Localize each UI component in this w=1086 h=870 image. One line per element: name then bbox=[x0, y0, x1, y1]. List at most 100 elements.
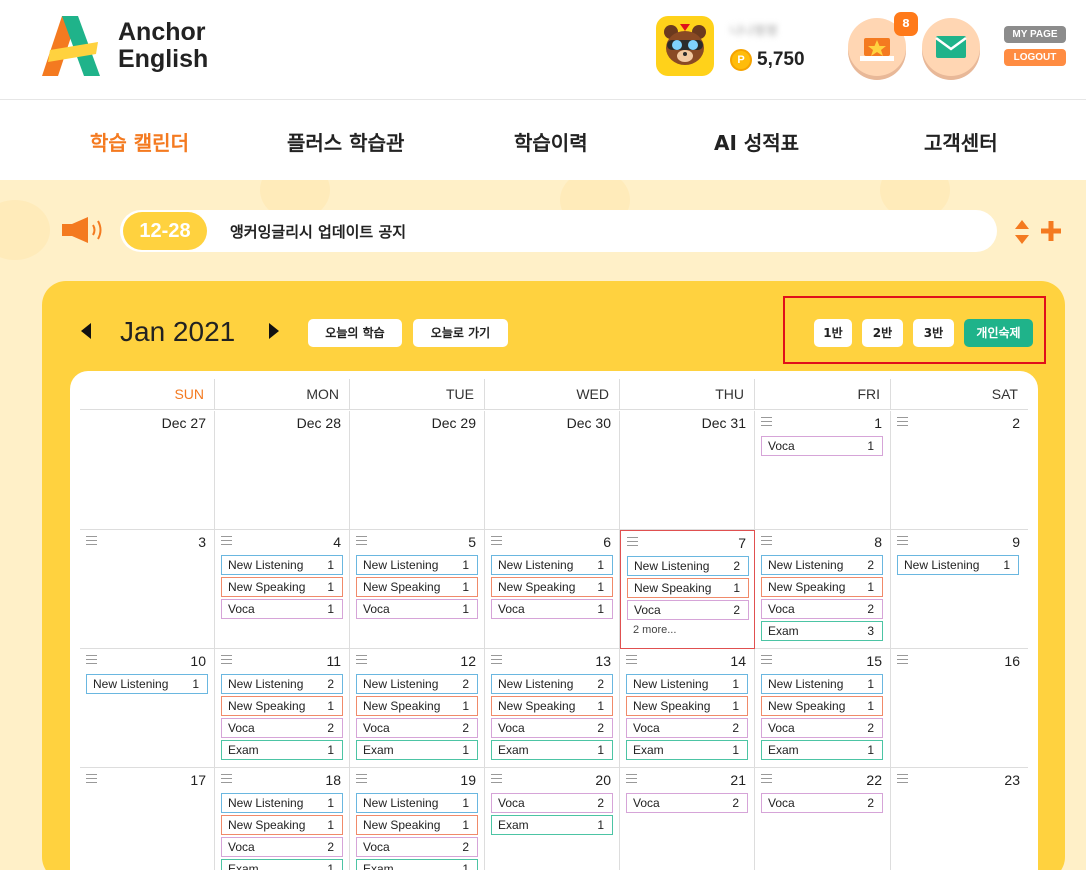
nav-study-history[interactable]: 학습이력 bbox=[514, 127, 588, 156]
event-speaking[interactable]: New Speaking 1 bbox=[626, 696, 748, 716]
calendar-day-cell[interactable]: 11 New Listening 2 New Speaking 1 Voca 2 Exam 1 bbox=[215, 649, 350, 768]
event-voca[interactable]: Voca 1 bbox=[761, 436, 883, 456]
nav-plus-study[interactable]: 플러스 학습관 bbox=[287, 127, 404, 156]
hamburger-icon[interactable] bbox=[627, 537, 638, 546]
hamburger-icon[interactable] bbox=[491, 536, 502, 545]
calendar-day-cell[interactable]: 8 New Listening 2 New Speaking 1 Voca 2 Exam 3 bbox=[755, 530, 891, 649]
personal-homework-button[interactable]: 개인숙제 bbox=[964, 319, 1033, 347]
event-listening[interactable]: New Listening 1 bbox=[356, 793, 478, 813]
mypage-button[interactable]: MY PAGE bbox=[1004, 26, 1066, 43]
hamburger-icon[interactable] bbox=[356, 655, 367, 664]
hamburger-icon[interactable] bbox=[761, 655, 772, 664]
event-speaking[interactable]: New Speaking 1 bbox=[356, 815, 478, 835]
event-speaking[interactable]: New Speaking 1 bbox=[221, 696, 343, 716]
next-month-icon[interactable] bbox=[268, 323, 280, 339]
event-listening[interactable]: New Listening 1 bbox=[356, 555, 478, 575]
hamburger-icon[interactable] bbox=[761, 417, 772, 426]
event-voca[interactable]: Voca 2 bbox=[627, 600, 749, 620]
calendar-day-cell[interactable]: 23 bbox=[891, 768, 1028, 870]
notice-bar[interactable]: 12-28 앵커잉글리시 업데이트 공지 bbox=[120, 210, 997, 252]
event-speaking[interactable]: New Speaking 1 bbox=[491, 577, 613, 597]
today-study-button[interactable]: 오늘의 학습 bbox=[308, 319, 402, 347]
mail-button[interactable] bbox=[922, 18, 980, 76]
class-3-button[interactable]: 3반 bbox=[913, 319, 954, 347]
calendar-day-cell[interactable]: 21 Voca 2 bbox=[620, 768, 755, 870]
hamburger-icon[interactable] bbox=[221, 774, 232, 783]
event-voca[interactable]: Voca 2 bbox=[356, 837, 478, 857]
calendar-day-cell[interactable]: 6 New Listening 1 New Speaking 1 Voca 1 bbox=[485, 530, 620, 649]
nav-ai-report[interactable]: AI 성적표 bbox=[714, 127, 799, 156]
calendar-day-cell[interactable]: 15 New Listening 1 New Speaking 1 Voca 2 Exam 1 bbox=[755, 649, 891, 768]
logo[interactable]: Anchor English bbox=[40, 16, 240, 78]
event-voca[interactable]: Voca 2 bbox=[761, 793, 883, 813]
calendar-day-cell[interactable]: 9 New Listening 1 bbox=[891, 530, 1028, 649]
event-listening[interactable]: New Listening 2 bbox=[761, 555, 883, 575]
calendar-day-cell[interactable]: 13 New Listening 2 New Speaking 1 Voca 2 Exam 1 bbox=[485, 649, 620, 768]
calendar-day-cell[interactable]: 10 New Listening 1 bbox=[80, 649, 215, 768]
hamburger-icon[interactable] bbox=[626, 774, 637, 783]
calendar-day-cell[interactable]: Dec 28 bbox=[215, 411, 350, 530]
nav-customer-center[interactable]: 고객센터 bbox=[924, 127, 998, 156]
calendar-day-cell[interactable]: 18 New Listening 1 New Speaking 1 Voca 2 Exam 1 bbox=[215, 768, 350, 870]
event-speaking[interactable]: New Speaking 1 bbox=[627, 578, 749, 598]
event-speaking[interactable]: New Speaking 1 bbox=[356, 696, 478, 716]
event-voca[interactable]: Voca 1 bbox=[356, 599, 478, 619]
event-listening[interactable]: New Listening 1 bbox=[761, 674, 883, 694]
calendar-day-cell[interactable]: 20 Voca 2 Exam 1 bbox=[485, 768, 620, 870]
calendar-day-cell[interactable]: Dec 27 bbox=[80, 411, 215, 530]
event-exam[interactable]: Exam 1 bbox=[491, 815, 613, 835]
calendar-day-cell[interactable]: 19 New Listening 1 New Speaking 1 Voca 2 Exam 1 bbox=[350, 768, 485, 870]
event-listening[interactable]: New Listening 1 bbox=[491, 555, 613, 575]
hamburger-icon[interactable] bbox=[897, 655, 908, 664]
event-voca[interactable]: Voca 1 bbox=[491, 599, 613, 619]
calendar-day-cell[interactable]: Dec 29 bbox=[350, 411, 485, 530]
event-voca[interactable]: Voca 2 bbox=[491, 718, 613, 738]
event-voca[interactable]: Voca 1 bbox=[221, 599, 343, 619]
hamburger-icon[interactable] bbox=[86, 655, 97, 664]
calendar-day-cell[interactable]: 7 New Listening 2 New Speaking 1 Voca 2 2 more.… bbox=[620, 530, 755, 649]
event-speaking[interactable]: New Speaking 1 bbox=[491, 696, 613, 716]
event-exam[interactable]: Exam 1 bbox=[356, 859, 478, 870]
hamburger-icon[interactable] bbox=[897, 417, 908, 426]
calendar-day-cell[interactable]: 4 New Listening 1 New Speaking 1 Voca 1 bbox=[215, 530, 350, 649]
hamburger-icon[interactable] bbox=[86, 536, 97, 545]
event-listening[interactable]: New Listening 1 bbox=[626, 674, 748, 694]
calendar-day-cell[interactable]: 5 New Listening 1 New Speaking 1 Voca 1 bbox=[350, 530, 485, 649]
event-exam[interactable]: Exam 1 bbox=[491, 740, 613, 760]
event-voca[interactable]: Voca 2 bbox=[761, 599, 883, 619]
event-listening[interactable]: New Listening 2 bbox=[491, 674, 613, 694]
class-2-button[interactable]: 2반 bbox=[862, 319, 903, 347]
event-voca[interactable]: Voca 2 bbox=[626, 718, 748, 738]
event-exam[interactable]: Exam 1 bbox=[221, 859, 343, 870]
calendar-day-cell[interactable]: 12 New Listening 2 New Speaking 1 Voca 2 Exam 1 bbox=[350, 649, 485, 768]
nav-learning-calendar[interactable]: 학습 캘린더 bbox=[90, 127, 189, 156]
event-listening[interactable]: New Listening 1 bbox=[221, 555, 343, 575]
event-voca[interactable]: Voca 2 bbox=[626, 793, 748, 813]
hamburger-icon[interactable] bbox=[356, 536, 367, 545]
logout-button[interactable]: LOGOUT bbox=[1004, 49, 1066, 66]
event-exam[interactable]: Exam 1 bbox=[221, 740, 343, 760]
notice-text[interactable]: 앵커잉글리시 업데이트 공지 bbox=[230, 221, 406, 242]
hamburger-icon[interactable] bbox=[761, 536, 772, 545]
hamburger-icon[interactable] bbox=[86, 774, 97, 783]
event-listening[interactable]: New Listening 2 bbox=[627, 556, 749, 576]
hamburger-icon[interactable] bbox=[897, 536, 908, 545]
more-events-link[interactable]: 2 more... bbox=[633, 624, 676, 636]
event-speaking[interactable]: New Speaking 1 bbox=[221, 577, 343, 597]
event-exam[interactable]: Exam 1 bbox=[356, 740, 478, 760]
hamburger-icon[interactable] bbox=[626, 655, 637, 664]
event-voca[interactable]: Voca 2 bbox=[491, 793, 613, 813]
hamburger-icon[interactable] bbox=[221, 655, 232, 664]
prev-month-icon[interactable] bbox=[80, 323, 92, 339]
calendar-day-cell[interactable]: 2 bbox=[891, 411, 1028, 530]
event-exam[interactable]: Exam 3 bbox=[761, 621, 883, 641]
event-voca[interactable]: Voca 2 bbox=[221, 837, 343, 857]
goto-today-button[interactable]: 오늘로 가기 bbox=[413, 319, 508, 347]
event-listening[interactable]: New Listening 1 bbox=[897, 555, 1019, 575]
avatar[interactable] bbox=[656, 16, 714, 76]
class-1-button[interactable]: 1반 bbox=[814, 319, 852, 347]
plus-icon[interactable] bbox=[1040, 220, 1062, 242]
event-speaking[interactable]: New Speaking 1 bbox=[761, 696, 883, 716]
event-voca[interactable]: Voca 2 bbox=[221, 718, 343, 738]
hamburger-icon[interactable] bbox=[356, 774, 367, 783]
